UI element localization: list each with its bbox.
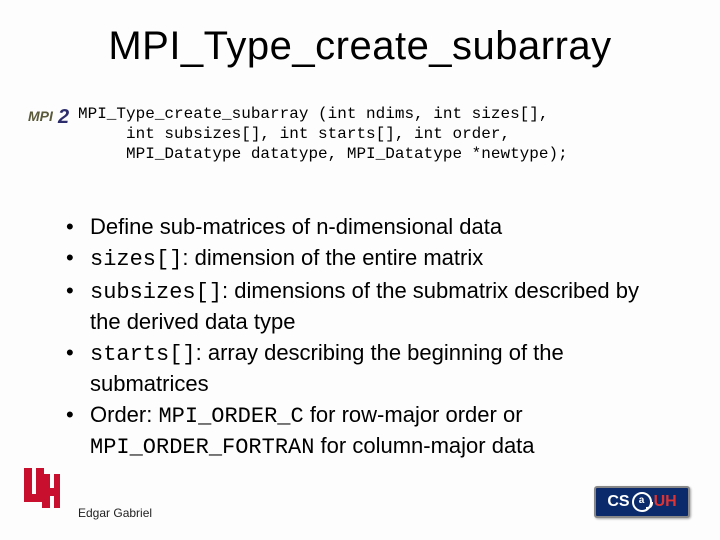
csuh-logo: CS a UH xyxy=(594,486,690,518)
csuh-uh: UH xyxy=(654,493,677,511)
list-item: • sizes[]: dimension of the entire matri… xyxy=(64,243,670,274)
at-icon: a xyxy=(632,492,652,512)
bullet-text: starts[]: array describing the beginning… xyxy=(90,338,670,398)
bullet-list: • Define sub-matrices of n-dimensional d… xyxy=(64,212,670,464)
bullet-text: Order: MPI_ORDER_C for row-major order o… xyxy=(90,400,670,462)
list-item: • Order: MPI_ORDER_C for row-major order… xyxy=(64,400,670,462)
mpi2-logo-two: 2 xyxy=(58,106,69,129)
uh-logo xyxy=(22,466,62,510)
bullet-dot-icon: • xyxy=(64,212,90,241)
csuh-cs: CS xyxy=(607,493,629,511)
slide: MPI_Type_create_subarray MPI 2 MPI_Type_… xyxy=(0,0,720,540)
mpi2-logo-mpi: MPI xyxy=(28,108,53,124)
bullet-text: sizes[]: dimension of the entire matrix xyxy=(90,243,670,274)
bullet-dot-icon: • xyxy=(64,338,90,367)
function-signature: MPI_Type_create_subarray (int ndims, int… xyxy=(78,104,568,164)
list-item: • subsizes[]: dimensions of the submatri… xyxy=(64,276,670,336)
author-label: Edgar Gabriel xyxy=(78,506,152,520)
list-item: • Define sub-matrices of n-dimensional d… xyxy=(64,212,670,241)
mpi2-logo: MPI 2 xyxy=(28,108,74,130)
page-title: MPI_Type_create_subarray xyxy=(0,24,720,69)
bullet-text: Define sub-matrices of n-dimensional dat… xyxy=(90,212,670,241)
bullet-dot-icon: • xyxy=(64,400,90,429)
bullet-dot-icon: • xyxy=(64,243,90,272)
bullet-text: subsizes[]: dimensions of the submatrix … xyxy=(90,276,670,336)
bullet-dot-icon: • xyxy=(64,276,90,305)
uh-logo-icon xyxy=(22,466,62,510)
list-item: • starts[]: array describing the beginni… xyxy=(64,338,670,398)
